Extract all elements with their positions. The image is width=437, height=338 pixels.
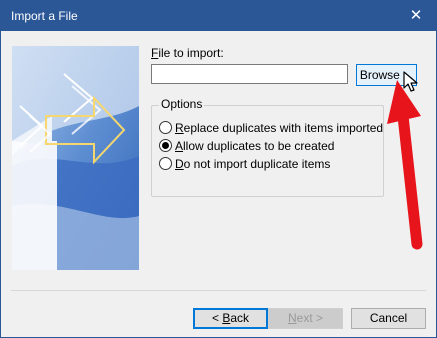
wizard-side-image [12,46,139,270]
file-path-input[interactable] [151,64,348,84]
option-label: Do not import duplicate items [175,157,331,171]
mouse-cursor-icon [403,71,418,92]
next-button[interactable]: Next > [268,308,343,329]
import-file-dialog: Import a File ✕ File to import: Browse .… [0,0,437,338]
annotation-arrow [387,80,423,250]
window-title: Import a File [11,9,78,23]
back-button[interactable]: < Back [193,308,268,329]
title-bar[interactable]: Import a File ✕ [1,1,436,31]
radio-button[interactable] [159,157,172,170]
cancel-button[interactable]: Cancel [351,308,426,329]
option-label: Replace duplicates with items imported [175,121,384,135]
radio-button-selected[interactable] [159,139,172,152]
close-icon[interactable]: ✕ [396,1,436,31]
radio-button[interactable] [159,121,172,134]
file-to-import-label: File to import: [151,46,224,60]
options-legend: Options [159,97,205,111]
separator-line [11,290,426,291]
option-label: Allow duplicates to be created [175,139,335,153]
